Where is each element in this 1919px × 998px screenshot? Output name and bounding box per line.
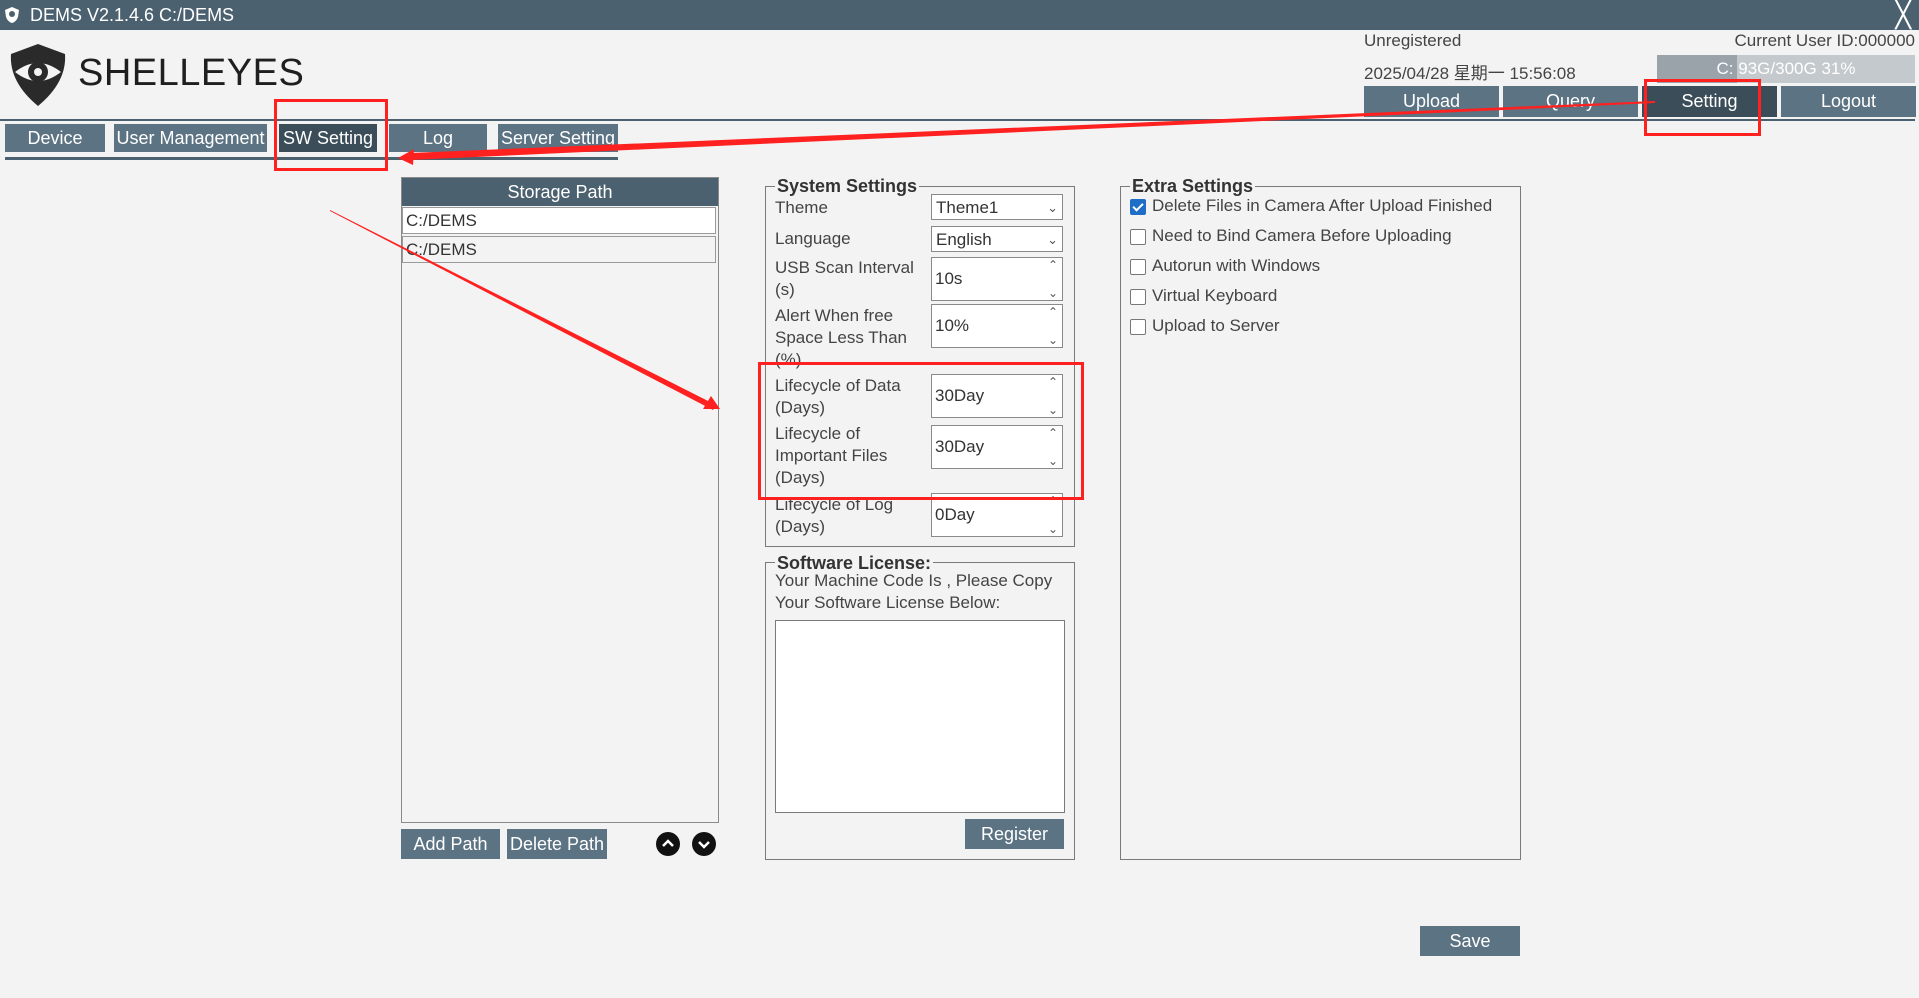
alert-free-space-spinbox[interactable]: 10% ⌃ ⌄ (931, 304, 1063, 348)
storage-path-row[interactable]: C:/DEMS (402, 207, 716, 234)
tab-device[interactable]: Device (5, 124, 105, 152)
alert-free-space-value: 10% (935, 316, 970, 335)
datetime: 2025/04/28 星期一 15:56:08 (1364, 64, 1576, 83)
usb-scan-interval-spinbox[interactable]: 10s ⌃ ⌄ (931, 257, 1063, 301)
current-user-id: Current User ID:000000 (1734, 31, 1915, 50)
language-value: English (936, 230, 992, 249)
chevron-down-icon: ⌄ (1047, 200, 1058, 215)
tab-user-management[interactable]: User Management (114, 124, 267, 152)
chevron-down-icon: ⌄ (1047, 232, 1058, 247)
save-button[interactable]: Save (1420, 926, 1520, 956)
virtual-keyboard-label[interactable]: Virtual Keyboard (1152, 286, 1277, 306)
system-settings-title: System Settings (775, 176, 920, 196)
delete-files-checkbox[interactable] (1130, 199, 1146, 215)
upload-to-server-label[interactable]: Upload to Server (1152, 316, 1280, 336)
storage-path-list[interactable]: Storage Path C:/DEMS C:/DEMS (401, 177, 719, 823)
lifecycle-log-value: 0Day (935, 505, 975, 524)
register-button[interactable]: Register (965, 819, 1064, 849)
storage-path-row[interactable]: C:/DEMS (402, 236, 716, 263)
delete-path-button[interactable]: Delete Path (507, 829, 607, 859)
storage-path-header: Storage Path (402, 178, 718, 206)
delete-files-label[interactable]: Delete Files in Camera After Upload Fini… (1152, 196, 1492, 216)
theme-label: Theme (775, 198, 828, 217)
virtual-keyboard-checkbox[interactable] (1130, 289, 1146, 305)
autorun-checkbox[interactable] (1130, 259, 1146, 275)
language-select[interactable]: English ⌄ (931, 226, 1063, 252)
tab-server-setting[interactable]: Server Setting (498, 124, 618, 152)
license-textarea[interactable] (775, 620, 1065, 813)
move-up-icon[interactable] (656, 832, 680, 856)
move-down-icon[interactable] (692, 832, 716, 856)
query-button[interactable]: Query (1503, 86, 1638, 117)
theme-select[interactable]: Theme1 ⌄ (931, 194, 1063, 220)
chevron-up-icon[interactable]: ⌃ (1048, 258, 1058, 272)
license-instruction: Your Machine Code Is , Please Copy Your … (775, 571, 1053, 612)
chevron-down-icon[interactable]: ⌄ (1048, 522, 1058, 536)
alert-free-space-label: Alert When free Space Less Than (%) (775, 306, 907, 369)
bind-camera-checkbox[interactable] (1130, 229, 1146, 245)
usb-scan-interval-label: USB Scan Interval (s) (775, 258, 914, 299)
shelleyes-logo-icon (10, 44, 66, 106)
upload-to-server-checkbox[interactable] (1130, 319, 1146, 335)
theme-value: Theme1 (936, 198, 999, 217)
annotation-box-sw-setting (274, 99, 388, 171)
extra-settings-title: Extra Settings (1130, 176, 1256, 196)
annotation-box-lifecycle (758, 362, 1084, 500)
window-title: DEMS V2.1.4.6 C:/DEMS (30, 5, 235, 25)
chevron-down-icon[interactable]: ⌄ (1048, 333, 1058, 347)
close-icon[interactable]: ╳ (1895, 1, 1911, 27)
title-bar: DEMS V2.1.4.6 C:/DEMS ╳ (0, 0, 1919, 30)
upload-button[interactable]: Upload (1364, 86, 1499, 117)
chevron-up-icon[interactable]: ⌃ (1048, 305, 1058, 319)
autorun-label[interactable]: Autorun with Windows (1152, 256, 1320, 276)
app-icon (5, 7, 19, 23)
logo-text: SHELLEYES (78, 52, 305, 94)
annotation-box-setting (1644, 79, 1761, 136)
lifecycle-log-label: Lifecycle of Log (Days) (775, 495, 894, 536)
chevron-down-icon[interactable]: ⌄ (1048, 286, 1058, 300)
registration-status: Unregistered (1364, 31, 1462, 50)
tab-log[interactable]: Log (389, 124, 487, 152)
bind-camera-label[interactable]: Need to Bind Camera Before Uploading (1152, 226, 1452, 246)
logout-button[interactable]: Logout (1781, 86, 1916, 117)
language-label: Language (775, 229, 851, 248)
usb-scan-interval-value: 10s (935, 269, 963, 288)
add-path-button[interactable]: Add Path (401, 829, 500, 859)
